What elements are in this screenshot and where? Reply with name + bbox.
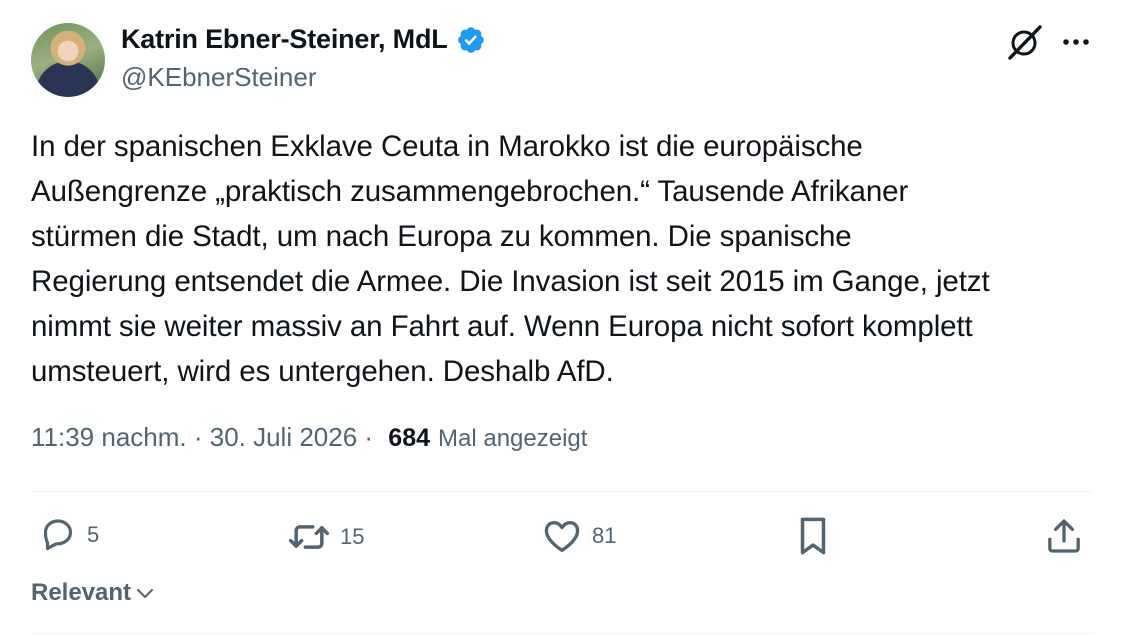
tweet-text-line: In der spanischen Exklave Ceuta in Marok… bbox=[31, 130, 863, 163]
verified-badge-icon[interactable] bbox=[456, 25, 486, 55]
tweet-time[interactable]: 11:39 nachm. bbox=[31, 422, 187, 453]
tweet-meta: 11:39 nachm. · 30. Juli 2026 · 684 Mal a… bbox=[31, 422, 587, 453]
tweet-text: In der spanischen Exklave Ceuta in Marok… bbox=[31, 124, 1106, 394]
meta-separator: · bbox=[357, 422, 381, 452]
author-display-name[interactable]: Katrin Ebner-Steiner, MdL bbox=[121, 24, 448, 55]
sort-label: Relevant bbox=[31, 579, 132, 606]
author-name-row: Katrin Ebner-Steiner, MdL bbox=[121, 24, 486, 55]
repost-icon bbox=[288, 525, 330, 549]
reply-button[interactable]: 5 bbox=[38, 515, 99, 555]
tweet-text-line: Außengrenze „praktisch zusammengebrochen… bbox=[31, 175, 909, 208]
repost-count: 15 bbox=[340, 524, 365, 549]
more-options-icon[interactable] bbox=[1060, 30, 1092, 54]
meta-separator: · bbox=[186, 422, 210, 452]
author-avatar[interactable] bbox=[31, 23, 105, 97]
views-label: Mal angezeigt bbox=[438, 425, 588, 452]
tweet-date[interactable]: 30. Juli 2026 bbox=[210, 422, 357, 453]
heart-icon bbox=[544, 521, 580, 553]
share-button[interactable] bbox=[1044, 515, 1084, 557]
like-button[interactable]: 81 bbox=[541, 515, 616, 557]
tweet-text-line: Regierung entsendet die Armee. Die Invas… bbox=[31, 265, 990, 298]
divider bbox=[31, 633, 1093, 634]
author-handle[interactable]: @KEbnerSteiner bbox=[121, 62, 317, 93]
tweet-text-line: stürmen die Stadt, um nach Europa zu kom… bbox=[31, 220, 852, 253]
sort-dropdown[interactable]: Relevant bbox=[31, 579, 155, 607]
like-count: 81 bbox=[592, 523, 617, 548]
bookmark-button[interactable] bbox=[795, 515, 831, 557]
reply-count: 5 bbox=[87, 522, 100, 547]
reply-icon bbox=[43, 519, 73, 551]
divider bbox=[31, 491, 1093, 492]
chevron-down-icon bbox=[137, 589, 154, 598]
bookmark-icon bbox=[800, 517, 826, 555]
grok-icon[interactable] bbox=[1004, 22, 1046, 62]
repost-button[interactable]: 15 bbox=[287, 515, 364, 559]
tweet-text-line: nimmt sie weiter massiv an Fahrt auf. We… bbox=[31, 310, 973, 343]
tweet-text-line: umsteuert, wird es untergehen. Deshalb A… bbox=[31, 355, 614, 388]
views-count: 684 bbox=[388, 424, 431, 452]
share-icon bbox=[1048, 519, 1080, 553]
